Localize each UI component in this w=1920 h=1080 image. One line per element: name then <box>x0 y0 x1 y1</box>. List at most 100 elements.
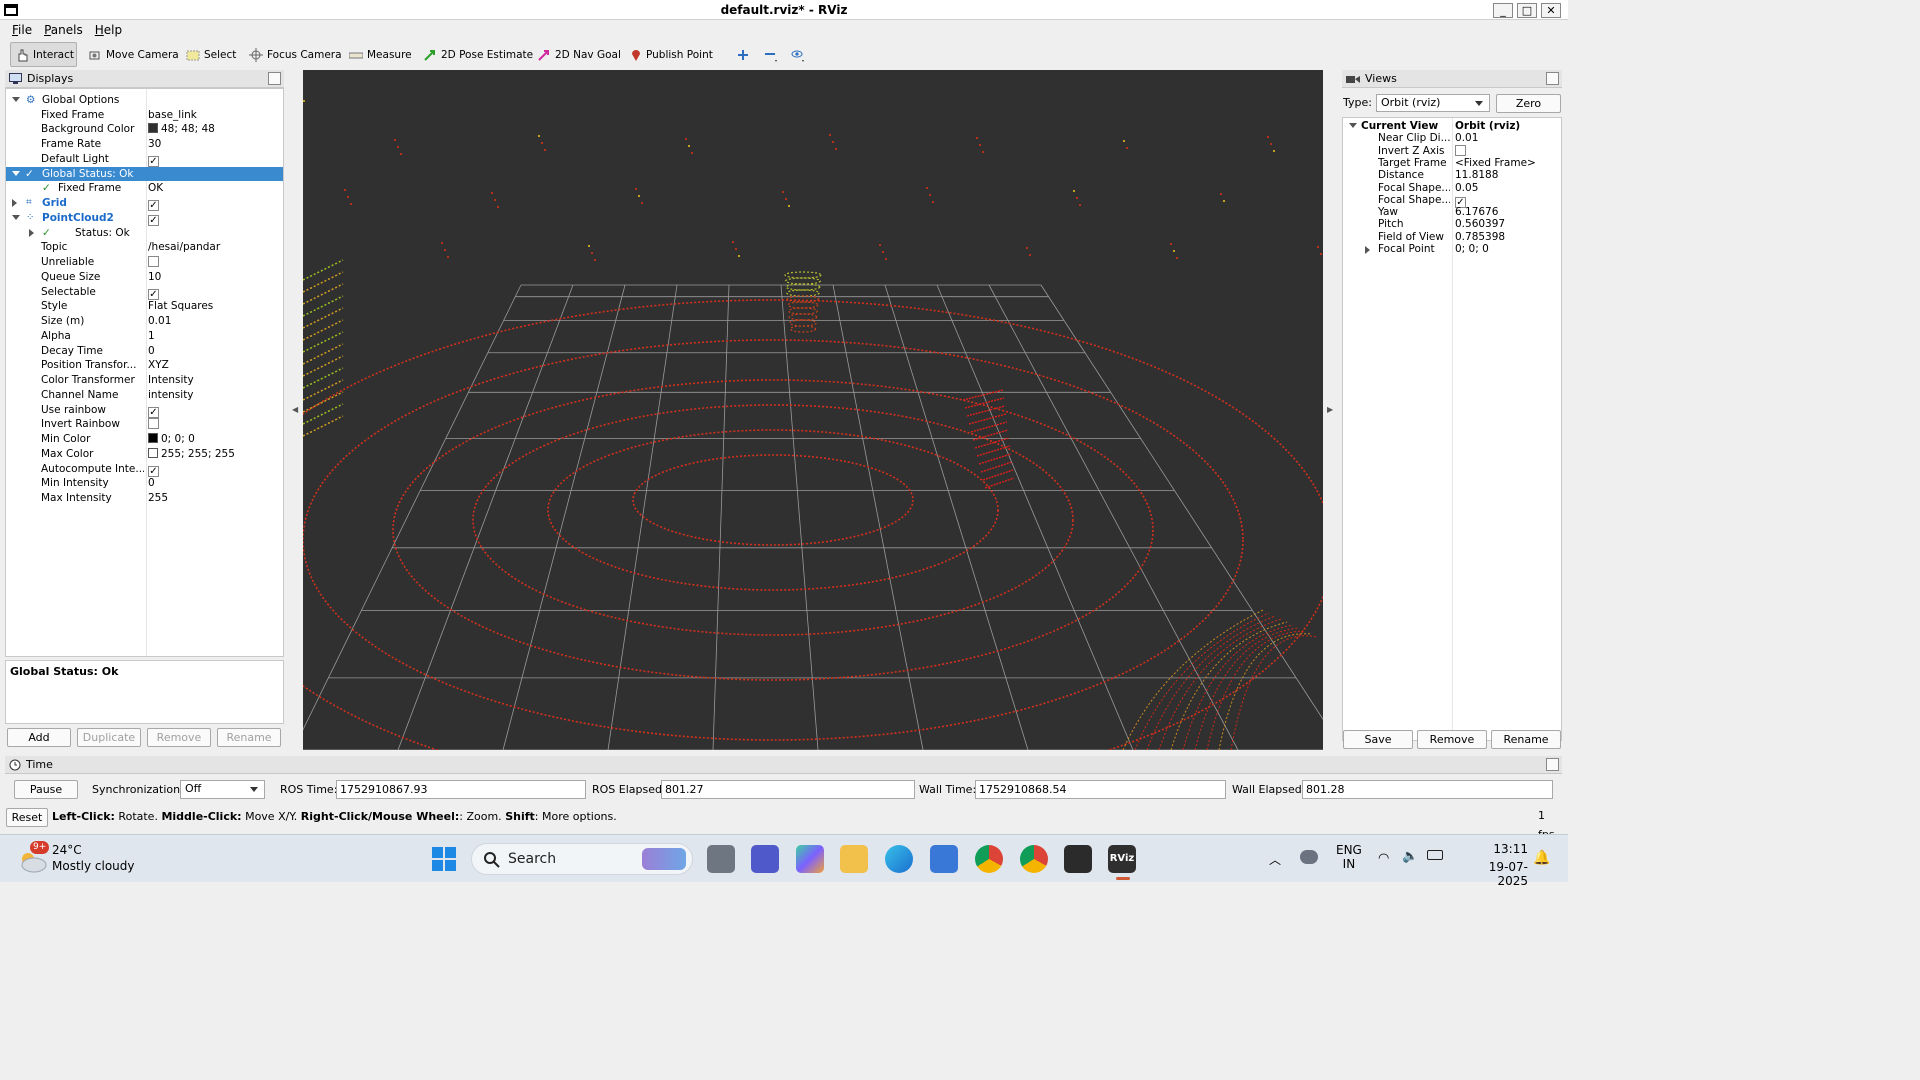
row-checkbox[interactable]: ✓ <box>148 214 159 226</box>
file-explorer-icon[interactable] <box>840 845 868 873</box>
remove-display-button[interactable]: Remove <box>147 728 211 747</box>
rename-display-button[interactable]: Rename <box>217 728 281 747</box>
display-row[interactable]: Channel Name intensity <box>6 388 283 403</box>
display-row-value[interactable]: ✓ <box>148 196 159 212</box>
notification-bell-icon[interactable]: 🔔 <box>1533 850 1550 866</box>
view-row-value[interactable]: 11.8188 <box>1455 169 1498 181</box>
display-row[interactable]: Max Intensity 255 <box>6 491 283 506</box>
terminal-icon[interactable] <box>1064 845 1092 873</box>
row-checkbox[interactable] <box>1455 144 1466 156</box>
display-row-value[interactable]: 255; 255; 255 <box>148 447 235 462</box>
taskbar-search[interactable]: Search <box>471 843 693 875</box>
chrome-profile-icon[interactable] <box>1020 845 1048 873</box>
display-row[interactable]: Frame Rate 30 <box>6 137 283 152</box>
tray-chevron-icon[interactable]: ︿ <box>1269 851 1281 868</box>
display-row-value[interactable]: Intensity <box>148 373 194 388</box>
display-row[interactable]: Position Transfor... XYZ <box>6 358 283 373</box>
view-type-select[interactable]: Orbit (rviz) <box>1376 94 1490 112</box>
camera-type-button[interactable] <box>786 42 810 67</box>
store-icon[interactable] <box>930 845 958 873</box>
display-row-value[interactable]: 0.01 <box>148 314 171 329</box>
display-row-value[interactable]: ✓ <box>148 462 159 477</box>
menu-file[interactable]: File <box>6 21 38 37</box>
zero-button[interactable]: Zero <box>1496 94 1561 113</box>
minimize-button[interactable]: _ <box>1493 3 1513 18</box>
display-row[interactable]: PointCloud2 ⁘ ✓ <box>6 211 283 226</box>
view-row-value[interactable]: 0.05 <box>1455 182 1478 194</box>
view-row-value[interactable]: 0.01 <box>1455 132 1478 144</box>
row-checkbox[interactable]: ✓ <box>148 155 159 167</box>
view-row-value[interactable]: 0.785398 <box>1455 231 1505 243</box>
display-row-value[interactable]: ✓ <box>148 211 159 226</box>
display-row-value[interactable]: 1 <box>148 329 155 344</box>
view-row[interactable]: Focal Shape... ✓ <box>1343 194 1561 208</box>
duplicate-button[interactable]: Duplicate <box>77 728 141 747</box>
row-checkbox[interactable] <box>148 256 159 268</box>
add-tool-button[interactable] <box>732 42 754 67</box>
display-row[interactable]: Fixed Frame ✓ OK <box>6 181 283 196</box>
nav-goal-tool[interactable]: 2D Nav Goal <box>533 42 625 67</box>
render-viewport[interactable] <box>303 70 1323 750</box>
expand-down-icon[interactable] <box>12 214 20 220</box>
display-row[interactable]: Max Color 255; 255; 255 <box>6 447 283 462</box>
chrome-icon[interactable] <box>975 845 1003 873</box>
save-view-button[interactable]: Save <box>1343 730 1413 749</box>
display-row[interactable]: Unreliable <box>6 255 283 270</box>
expand-right-icon[interactable] <box>12 199 17 208</box>
expand-right-icon[interactable] <box>29 228 34 237</box>
sync-select[interactable]: Off <box>180 780 265 799</box>
display-row[interactable]: Global Options ⚙ <box>6 93 283 108</box>
display-row-value[interactable]: OK <box>148 181 163 196</box>
display-row[interactable]: Background Color 48; 48; 48 <box>6 122 283 137</box>
display-row-value[interactable]: 48; 48; 48 <box>148 122 215 137</box>
onedrive-icon[interactable] <box>1300 850 1318 864</box>
display-row-value[interactable]: ✓ <box>148 152 159 167</box>
view-row[interactable]: Focal Shape... 0.05 <box>1343 182 1561 194</box>
display-row-value[interactable]: /hesai/pandar <box>148 240 220 255</box>
view-row-value[interactable]: 6.17676 <box>1455 206 1498 218</box>
display-row-value[interactable]: ✓ <box>148 403 159 418</box>
collapse-left-arrow[interactable]: ◀ <box>292 405 298 414</box>
weather-widget[interactable]: 9+ 24°C Mostly cloudy <box>18 841 138 877</box>
display-row[interactable]: Size (m) 0.01 <box>6 314 283 329</box>
display-row-value[interactable]: XYZ <box>148 358 169 373</box>
maximize-button[interactable]: □ <box>1517 3 1537 18</box>
view-row-value[interactable]: 0; 0; 0 <box>1455 243 1489 255</box>
view-row[interactable]: Focal Point 0; 0; 0 <box>1343 243 1561 255</box>
row-checkbox[interactable]: ✓ <box>148 288 159 300</box>
view-row[interactable]: Invert Z Axis <box>1343 144 1561 157</box>
view-row-value[interactable]: 0.560397 <box>1455 218 1505 230</box>
view-row[interactable]: Pitch 0.560397 <box>1343 218 1561 230</box>
wall-elapsed-field[interactable]: 801.28 <box>1302 780 1553 799</box>
rviz-taskbar-icon[interactable]: RViz <box>1108 845 1136 873</box>
pause-button[interactable]: Pause <box>14 780 78 799</box>
language-indicator[interactable]: ENG IN <box>1336 843 1362 871</box>
expand-down-icon[interactable] <box>12 97 20 102</box>
publish-point-tool[interactable]: Publish Point <box>626 42 717 67</box>
display-row-value[interactable]: 10 <box>148 270 161 285</box>
row-checkbox[interactable] <box>148 418 159 430</box>
interact-tool[interactable]: Interact <box>10 42 77 67</box>
view-row-value[interactable] <box>1455 144 1466 157</box>
menu-panels[interactable]: Panels <box>38 21 89 37</box>
views-undock-button[interactable] <box>1546 72 1559 85</box>
display-row[interactable]: Selectable ✓ <box>6 285 283 300</box>
display-row[interactable]: Topic/hesai/pandar <box>6 240 283 255</box>
display-row[interactable]: Grid ⌗ ✓ <box>6 196 283 212</box>
display-row[interactable]: Global Status: Ok ✓ <box>6 166 283 182</box>
display-row-value[interactable] <box>148 417 159 432</box>
display-row[interactable]: Autocompute Inte... ✓ <box>6 462 283 477</box>
clock[interactable]: 13:11 <box>1488 842 1528 856</box>
displays-undock-button[interactable] <box>268 72 281 85</box>
wall-time-field[interactable]: 1752910868.54 <box>975 780 1226 799</box>
pose-estimate-tool[interactable]: 2D Pose Estimate <box>419 42 537 67</box>
volume-icon[interactable]: 🔈 <box>1402 849 1418 864</box>
display-row-value[interactable]: 0 <box>148 344 155 359</box>
display-row[interactable]: Default Light ✓ <box>6 152 283 167</box>
battery-icon[interactable] <box>1427 850 1443 860</box>
row-checkbox[interactable]: ✓ <box>148 200 159 212</box>
edge-icon[interactable] <box>885 845 913 873</box>
display-row[interactable]: Invert Rainbow <box>6 417 283 432</box>
display-row[interactable]: Min Color 0; 0; 0 <box>6 432 283 447</box>
view-row[interactable]: Target Frame <Fixed Frame> <box>1343 157 1561 169</box>
